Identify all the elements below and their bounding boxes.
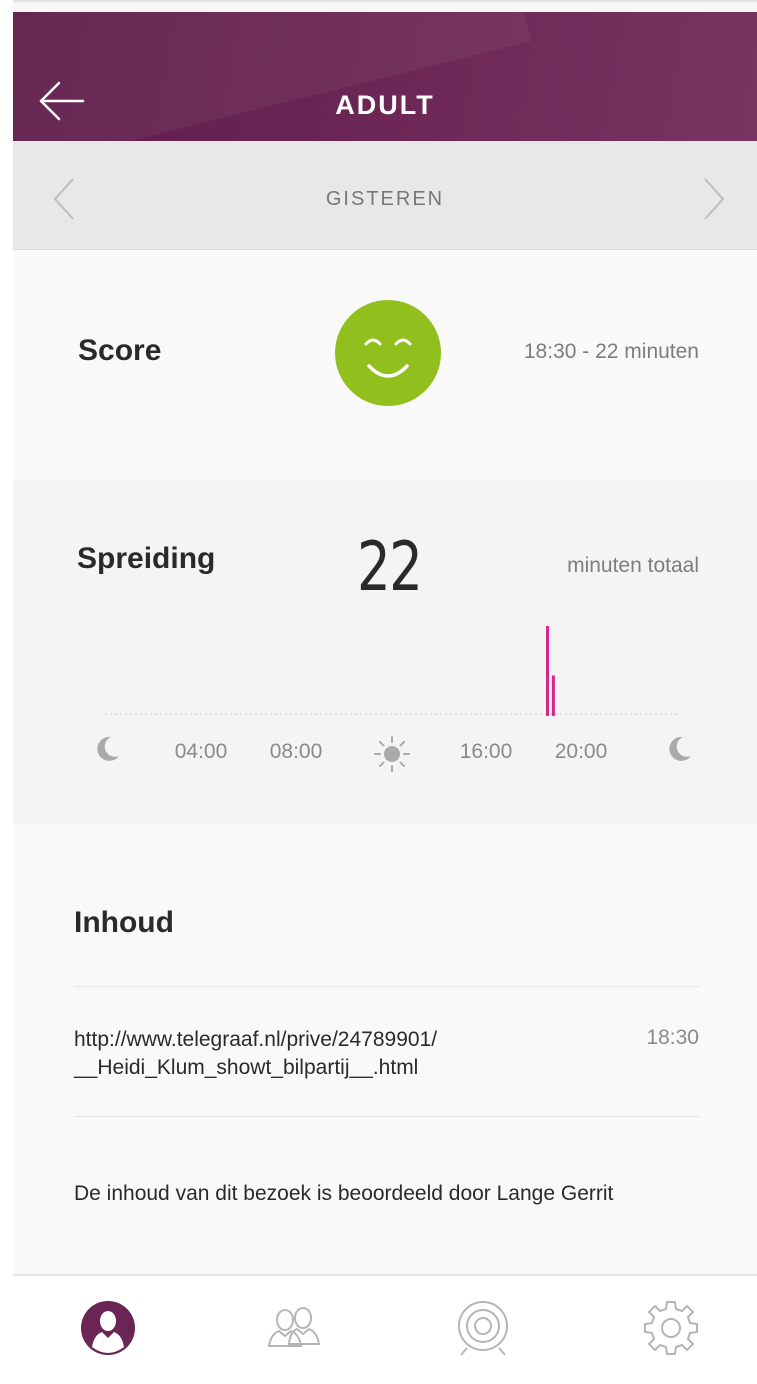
divider bbox=[74, 1116, 700, 1117]
tab-settings[interactable] bbox=[641, 1298, 701, 1358]
activity-bar-1 bbox=[551, 675, 555, 716]
visit-time: 18:30 bbox=[646, 1026, 699, 1049]
page-title: ADULT bbox=[335, 90, 435, 120]
score-section: Score 18:30 - 22 minuten bbox=[13, 250, 757, 479]
axis-tick-0800: 08:00 bbox=[269, 740, 323, 763]
night-end-marker bbox=[665, 734, 693, 769]
night-start-marker bbox=[93, 734, 121, 769]
moon-icon bbox=[97, 736, 119, 761]
visited-url-line1: http://www.telegraaf.nl/prive/24789901/ bbox=[74, 1028, 438, 1051]
score-time-range: 18:30 - 22 minuten bbox=[523, 340, 699, 363]
profile-icon bbox=[81, 1301, 135, 1355]
app-screen: ADULT GISTEREN Score 18:30 - 22 minuten bbox=[13, 0, 757, 1384]
target-icon bbox=[458, 1301, 508, 1356]
inhoud-label: Inhoud bbox=[74, 906, 174, 939]
date-label: GISTEREN bbox=[325, 188, 445, 210]
sun-icon bbox=[374, 736, 410, 772]
moon-icon bbox=[669, 736, 691, 761]
visited-url[interactable]: http://www.telegraaf.nl/prive/24789901/ … bbox=[74, 1026, 544, 1082]
assessment-note: De inhoud van dit bezoek is beoordeeld d… bbox=[74, 1182, 614, 1205]
divider bbox=[74, 986, 700, 987]
tab-target[interactable] bbox=[453, 1298, 513, 1358]
bottom-tab-bar bbox=[13, 1274, 757, 1384]
next-day-button[interactable] bbox=[699, 175, 729, 223]
users-icon bbox=[267, 1307, 321, 1347]
visited-url-line2: __Heidi_Klum_showt_bilpartij__.html bbox=[74, 1056, 419, 1079]
header-decoration bbox=[13, 12, 532, 141]
header-bar: ADULT bbox=[13, 12, 757, 141]
smiley-face-icon bbox=[335, 300, 441, 406]
date-navigation: GISTEREN bbox=[13, 141, 757, 250]
activity-bar-0 bbox=[546, 626, 549, 716]
tab-profile[interactable] bbox=[78, 1298, 138, 1358]
gear-icon bbox=[644, 1301, 698, 1355]
spreiding-section: Spreiding 22 minuten totaal 04:00 08:00 bbox=[13, 480, 757, 824]
inhoud-section: Inhoud http://www.telegraaf.nl/prive/247… bbox=[13, 824, 757, 1274]
score-label: Score bbox=[78, 334, 162, 367]
axis-tick-0400: 04:00 bbox=[174, 740, 228, 763]
score-indicator bbox=[335, 300, 441, 406]
noon-marker bbox=[373, 735, 411, 778]
tab-users[interactable] bbox=[263, 1298, 323, 1358]
axis-tick-1600: 16:00 bbox=[459, 740, 513, 763]
axis-tick-2000: 20:00 bbox=[554, 740, 608, 763]
chevron-right-icon bbox=[704, 178, 725, 220]
